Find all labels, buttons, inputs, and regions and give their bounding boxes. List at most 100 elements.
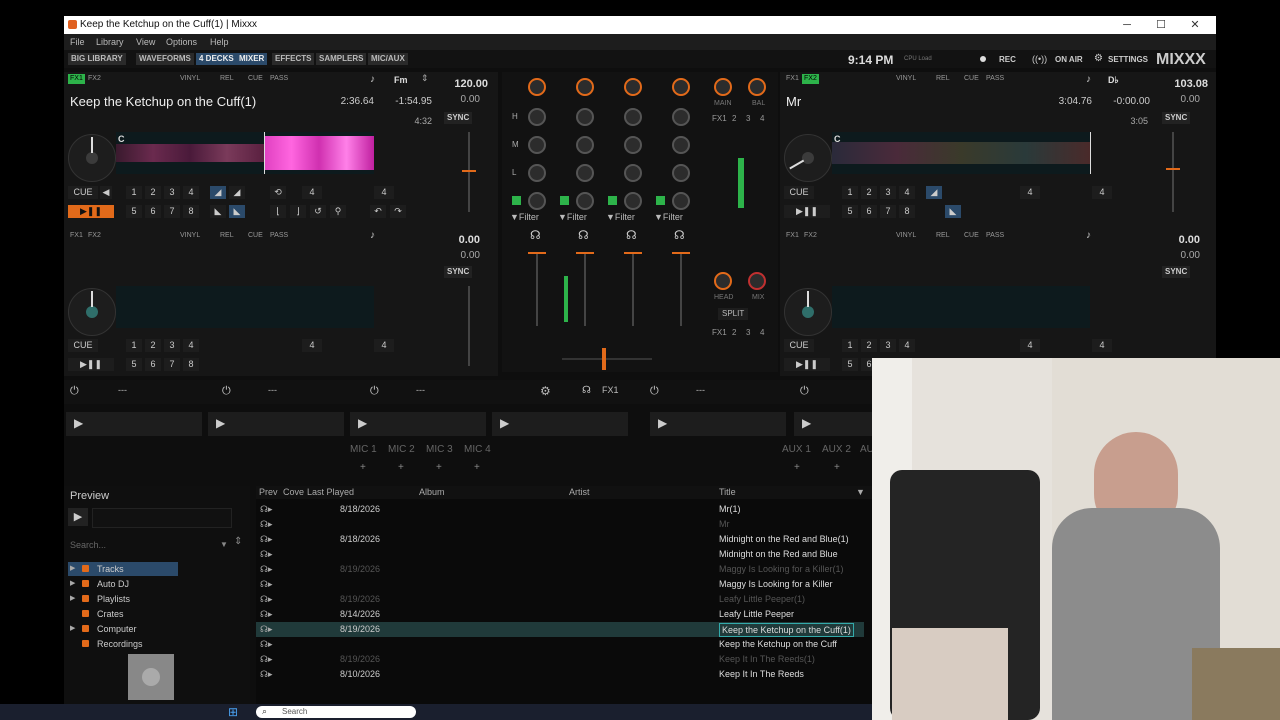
deck1-vinyl[interactable]: VINYL: [178, 74, 202, 84]
deck3-waveform[interactable]: [116, 286, 374, 328]
ch2-headphone-icon[interactable]: ☊: [578, 228, 589, 242]
row-preview-icon[interactable]: ☊▸: [260, 517, 273, 532]
deck1-hotcue-8[interactable]: 8: [183, 205, 199, 218]
fx3-preset[interactable]: ---: [416, 385, 425, 395]
sampler-3-play-icon[interactable]: ▶: [358, 416, 367, 430]
row-preview-icon[interactable]: ☊▸: [260, 532, 273, 547]
deck3-spinny[interactable]: [68, 288, 116, 336]
sampler-2[interactable]: ▶: [208, 412, 344, 436]
samplers-toggle[interactable]: SAMPLERS: [316, 53, 367, 65]
deck2-play-pause-button[interactable]: ▶❚❚: [784, 205, 830, 218]
computer-expand-icon[interactable]: ▶: [70, 622, 75, 636]
menu-view[interactable]: View: [136, 37, 155, 47]
mic-2-add[interactable]: +: [398, 462, 404, 473]
sampler-3[interactable]: ▶: [350, 412, 486, 436]
table-row[interactable]: ☊▸ 8/19/2026 Keep the Ketchup on the Cuff(…: [256, 622, 864, 637]
deck3-hotcue-6[interactable]: 6: [145, 358, 161, 371]
deck1-hotcue-4[interactable]: 4: [183, 186, 199, 199]
fx1-power-icon[interactable]: ⏻: [70, 385, 79, 398]
preview-waveform[interactable]: [92, 508, 232, 528]
deck3-play-pause-button[interactable]: ▶❚❚: [68, 358, 114, 371]
ch1-gain-knob[interactable]: [528, 78, 546, 96]
table-row[interactable]: ☊▸ Midnight on the Red and Blue: [256, 547, 864, 562]
head-fx1-label[interactable]: FX1: [712, 328, 727, 337]
fx2-power-icon[interactable]: ⏻: [222, 385, 231, 398]
main-gain-knob[interactable]: [714, 78, 732, 96]
fx-unit-selector[interactable]: FX1: [602, 385, 619, 395]
deck3-fx1[interactable]: FX1: [68, 231, 85, 241]
mic-2-label[interactable]: MIC 2: [388, 444, 415, 455]
deck2-hotcue-3[interactable]: 3: [880, 186, 896, 199]
ch1-eq-mid-knob[interactable]: [528, 136, 546, 154]
ch4-headphone-icon[interactable]: ☊: [674, 228, 685, 242]
deck2-pitch-fader[interactable]: [1172, 132, 1174, 212]
ch4-gain-knob[interactable]: [672, 78, 690, 96]
menu-help[interactable]: Help: [210, 37, 229, 47]
deck1-loop-in-icon[interactable]: ⌊: [270, 205, 286, 218]
deck4-hotcue-4[interactable]: 4: [899, 339, 915, 352]
deck1-reverse-icon[interactable]: ◀: [100, 186, 112, 199]
taskbar-search[interactable]: ⌕ Search: [256, 706, 416, 718]
row-preview-icon[interactable]: ☊▸: [260, 592, 273, 607]
ch3-quickfx-knob[interactable]: [624, 192, 642, 210]
deck4-loop-size[interactable]: 4: [1020, 339, 1040, 352]
key-spinner-icon[interactable]: ⇕: [421, 73, 429, 84]
deck4-hotcue-5[interactable]: 5: [842, 358, 858, 371]
deck4-vinyl[interactable]: VINYL: [894, 231, 918, 241]
ch1-eq-high-knob[interactable]: [528, 108, 546, 126]
deck2-hotcue-6[interactable]: 6: [861, 205, 877, 218]
ch2-volume-fader[interactable]: [584, 252, 586, 326]
deck3-sync[interactable]: SYNC: [444, 266, 473, 278]
aux-2-add[interactable]: +: [834, 462, 840, 473]
deck2-cue-mode[interactable]: CUE: [962, 74, 981, 84]
ch4-eq-high-knob[interactable]: [672, 108, 690, 126]
ch2-eq-high-knob[interactable]: [576, 108, 594, 126]
deck3-hotcue-4[interactable]: 4: [183, 339, 199, 352]
ch4-eq-kill[interactable]: [656, 196, 665, 205]
deck3-rel[interactable]: REL: [218, 231, 236, 241]
deck1-hotcue-6[interactable]: 6: [145, 205, 161, 218]
table-row[interactable]: ☊▸ 8/19/2026 Leafy Little Peeper(1): [256, 592, 864, 607]
effects-toggle[interactable]: EFFECTS: [272, 53, 315, 65]
fx3-power-icon[interactable]: ⏻: [370, 385, 379, 398]
deck3-loop-size[interactable]: 4: [302, 339, 322, 352]
ch3-eq-mid-knob[interactable]: [624, 136, 642, 154]
deck1-beatjump-size[interactable]: 4: [374, 186, 394, 199]
deck1-pitch-fader[interactable]: [468, 132, 470, 212]
deck4-rel[interactable]: REL: [934, 231, 952, 241]
deck4-fx1[interactable]: FX1: [784, 231, 801, 241]
deck3-pass[interactable]: PASS: [268, 231, 290, 241]
deck1-fx2[interactable]: FX2: [86, 74, 103, 84]
deck4-play-pause-button[interactable]: ▶❚❚: [784, 358, 830, 371]
deck4-fx2[interactable]: FX2: [802, 231, 819, 241]
sidebar-item-auto-dj[interactable]: ▶ Auto DJ: [68, 577, 178, 591]
table-row[interactable]: ☊▸ Mr: [256, 517, 864, 532]
ch1-volume-fader[interactable]: [536, 252, 538, 326]
deck2-outro-end-icon[interactable]: ◣: [945, 205, 961, 218]
deck2-vinyl[interactable]: VINYL: [894, 74, 918, 84]
deck2-loop-size[interactable]: 4: [1020, 186, 1040, 199]
fx4-power-icon[interactable]: ⏻: [650, 385, 659, 398]
deck1-fx1[interactable]: FX1: [68, 74, 85, 84]
search-expand-icon[interactable]: ⇕: [234, 536, 242, 547]
mic-4-add[interactable]: +: [474, 462, 480, 473]
deck3-hotcue-8[interactable]: 8: [183, 358, 199, 371]
rec-button[interactable]: REC: [999, 55, 1016, 64]
menu-file[interactable]: File: [70, 37, 85, 47]
ch3-filter-label[interactable]: ▼Filter: [606, 212, 635, 222]
tracks-expand-icon[interactable]: ▶: [70, 562, 75, 576]
deck1-outro-end-icon[interactable]: ◣: [229, 205, 245, 218]
deck1-loop-size[interactable]: 4: [302, 186, 322, 199]
search-input[interactable]: Search...: [70, 540, 106, 550]
table-row[interactable]: ☊▸ 8/18/2026 Mr(1): [256, 502, 864, 517]
table-row[interactable]: ☊▸ 8/18/2026 Midnight on the Red and Blue(…: [256, 532, 864, 547]
col-artist[interactable]: Artist: [569, 486, 590, 499]
fx5-power-icon[interactable]: ⏻: [800, 385, 809, 398]
aux-1-label[interactable]: AUX 1: [782, 444, 811, 455]
ch3-eq-kill[interactable]: [608, 196, 617, 205]
ch2-eq-low-knob[interactable]: [576, 164, 594, 182]
sidebar-item-computer[interactable]: ▶ Computer: [68, 622, 178, 636]
ch2-eq-kill[interactable]: [560, 196, 569, 205]
head-mix-knob[interactable]: [748, 272, 766, 290]
deck4-spinny[interactable]: [784, 288, 832, 336]
